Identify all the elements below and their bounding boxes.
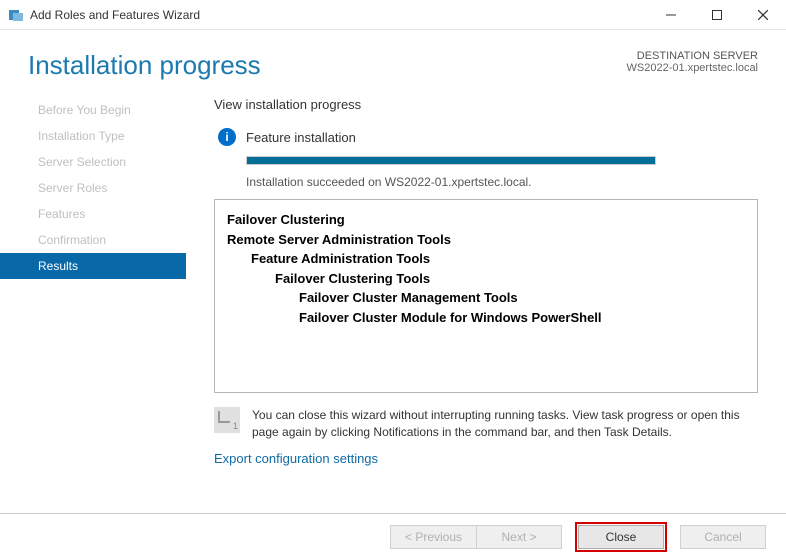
step-server-roles: Server Roles	[0, 175, 186, 201]
destination-value: WS2022-01.xpertstec.local	[627, 62, 758, 74]
installed-features-box: Failover Clustering Remote Server Admini…	[214, 199, 758, 393]
cancel-button: Cancel	[680, 525, 766, 549]
close-button[interactable]: Close	[578, 525, 664, 549]
minimize-button[interactable]	[648, 0, 694, 30]
note-text: You can close this wizard without interr…	[252, 407, 758, 441]
step-features: Features	[0, 201, 186, 227]
previous-button: < Previous	[390, 525, 476, 549]
info-icon: i	[218, 128, 236, 146]
step-results[interactable]: Results	[0, 253, 186, 279]
maximize-button[interactable]	[694, 0, 740, 30]
destination-label: DESTINATION SERVER	[627, 50, 758, 62]
window-title: Add Roles and Features Wizard	[30, 8, 648, 22]
feature-cluster-mgmt: Failover Cluster Management Tools	[299, 288, 745, 308]
destination-server: DESTINATION SERVER WS2022-01.xpertstec.l…	[627, 50, 758, 74]
status-row: i Feature installation	[218, 128, 758, 146]
progress-bar	[246, 156, 656, 165]
titlebar: Add Roles and Features Wizard	[0, 0, 786, 30]
feature-rsat: Remote Server Administration Tools	[227, 230, 745, 250]
feature-failover-clustering: Failover Clustering	[227, 210, 745, 230]
status-label: Feature installation	[246, 130, 356, 145]
next-button: Next >	[476, 525, 562, 549]
header: Installation progress DESTINATION SERVER…	[0, 30, 786, 97]
note-row: 1 You can close this wizard without inte…	[214, 407, 758, 441]
note-badge: 1	[233, 421, 238, 431]
install-succeeded-text: Installation succeeded on WS2022-01.xper…	[246, 175, 758, 189]
nav-button-group: < Previous Next >	[390, 525, 562, 549]
flag-icon: 1	[214, 407, 240, 433]
window-controls	[648, 0, 786, 30]
feature-admin-tools: Feature Administration Tools	[251, 249, 745, 269]
content-pane: View installation progress i Feature ins…	[186, 97, 786, 468]
feature-failover-tools: Failover Clustering Tools	[275, 269, 745, 289]
content-subtitle: View installation progress	[214, 97, 758, 112]
export-configuration-link[interactable]: Export configuration settings	[214, 451, 378, 466]
progress-fill	[247, 157, 655, 164]
wizard-steps-sidebar: Before You Begin Installation Type Serve…	[0, 97, 186, 468]
step-server-selection: Server Selection	[0, 149, 186, 175]
close-window-button[interactable]	[740, 0, 786, 30]
step-confirmation: Confirmation	[0, 227, 186, 253]
step-before-you-begin: Before You Begin	[0, 97, 186, 123]
app-icon	[8, 7, 24, 23]
feature-cluster-powershell: Failover Cluster Module for Windows Powe…	[299, 308, 745, 328]
footer-buttons: < Previous Next > Close Cancel	[0, 513, 786, 559]
step-installation-type: Installation Type	[0, 123, 186, 149]
page-title: Installation progress	[28, 50, 261, 81]
